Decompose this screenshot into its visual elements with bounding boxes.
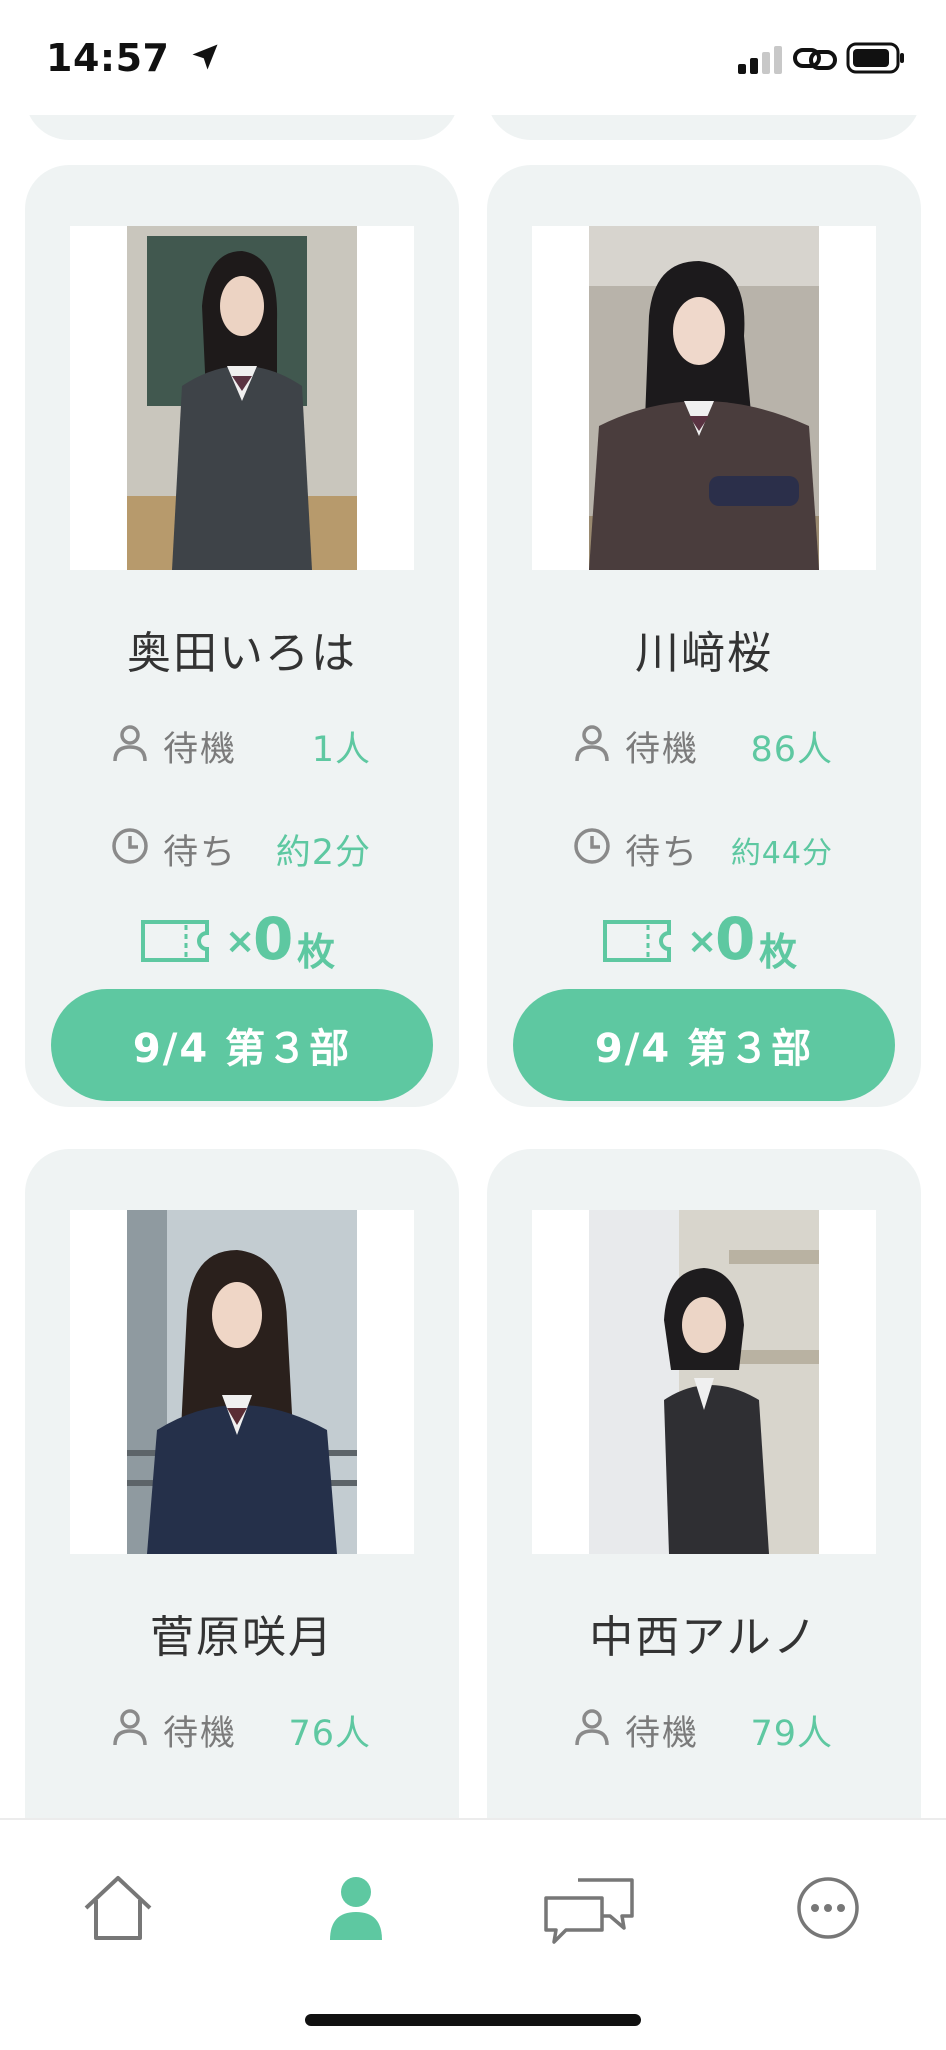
tab-chat[interactable]	[540, 1868, 640, 1948]
member-name: 菅原咲月	[150, 1612, 334, 1663]
wait-count-value: 86人	[750, 730, 833, 770]
ticket-icon	[603, 920, 671, 962]
person-outline-icon	[575, 725, 609, 762]
wait-count-label: 待機	[163, 1714, 238, 1754]
wait-time-row: 待ち 約2分	[25, 820, 459, 873]
member-photo	[589, 226, 819, 570]
wait-count-row: 待機 86人	[487, 717, 921, 770]
ticket-unit: 枚	[759, 930, 798, 974]
member-card[interactable]: 菅原咲月 待機 76人	[25, 1149, 459, 1818]
member-photo-frame	[532, 1210, 876, 1554]
wait-time-row: 待ち 約44分	[487, 820, 921, 873]
person-outline-icon	[113, 725, 147, 762]
member-card[interactable]: 中西アルノ 待機 79人	[487, 1149, 921, 1818]
wait-time-value: 約2分	[275, 833, 371, 873]
battery-icon	[846, 42, 904, 74]
wait-count-label: 待機	[163, 730, 238, 770]
member-photo	[127, 226, 357, 570]
ticket-multiplier: ×	[225, 921, 256, 962]
location-arrow-icon	[192, 44, 218, 70]
person-icon	[330, 1877, 382, 1940]
home-icon	[84, 1876, 152, 1940]
ticket-multiplier: ×	[687, 921, 718, 962]
member-photo-frame	[70, 226, 414, 570]
person-outline-icon	[113, 1709, 147, 1746]
tab-member[interactable]	[316, 1868, 396, 1948]
person-outline-icon	[575, 1709, 609, 1746]
ticket-unit: 枚	[297, 930, 336, 974]
tab-more[interactable]	[788, 1868, 868, 1948]
wait-count-label: 待機	[625, 1714, 700, 1754]
ticket-row: × 0 枚	[487, 905, 921, 974]
session-button[interactable]: 9/4 第３部	[513, 989, 895, 1101]
wait-time-value: 約44分	[730, 836, 833, 871]
wait-count-label: 待機	[625, 730, 700, 770]
member-photo-frame	[532, 226, 876, 570]
wait-time-label: 待ち	[625, 833, 700, 873]
status-bar: 14:57	[0, 0, 946, 115]
ticket-icon	[141, 920, 209, 962]
cellular-signal-icon	[738, 46, 782, 74]
member-name: 川﨑桜	[635, 628, 773, 679]
ticket-row: × 0 枚	[25, 905, 459, 974]
home-indicator[interactable]	[305, 2014, 641, 2026]
ticket-count: 0	[253, 905, 294, 973]
wait-count-value: 79人	[750, 1714, 833, 1754]
session-button[interactable]: 9/4 第３部	[51, 989, 433, 1101]
personal-hotspot-link-icon	[793, 48, 837, 70]
wait-count-row: 待機 79人	[487, 1701, 921, 1754]
ticket-count: 0	[715, 905, 756, 973]
member-name: 中西アルノ	[589, 1612, 819, 1663]
wait-count-value: 76人	[288, 1714, 371, 1754]
member-card[interactable]: 川﨑桜 待機 86人 待ち 約44分 × 0 枚 9/4 第３部	[487, 165, 921, 1107]
tab-home[interactable]	[78, 1868, 158, 1948]
member-photo-frame	[70, 1210, 414, 1554]
chat-bubbles-icon	[544, 1878, 634, 1944]
clock-icon	[112, 828, 148, 864]
tab-bar	[0, 1818, 946, 2050]
status-time: 14:57	[46, 36, 170, 80]
more-icon	[797, 1877, 859, 1939]
clock-icon	[574, 828, 610, 864]
member-name: 奥田いろは	[127, 628, 357, 679]
member-photo	[589, 1210, 819, 1554]
wait-count-row: 待機 1人	[25, 717, 459, 770]
member-card[interactable]: 奥田いろは 待機 1人 待ち 約2分 × 0 枚 9/4 第３部	[25, 165, 459, 1107]
member-photo	[127, 1210, 357, 1554]
wait-count-row: 待機 76人	[25, 1701, 459, 1754]
member-list[interactable]: 奥田いろは 待機 1人 待ち 約2分 × 0 枚 9/4 第３部 川﨑桜 待機 …	[0, 0, 946, 1818]
wait-count-value: 1人	[311, 730, 371, 770]
wait-time-label: 待ち	[163, 833, 238, 873]
